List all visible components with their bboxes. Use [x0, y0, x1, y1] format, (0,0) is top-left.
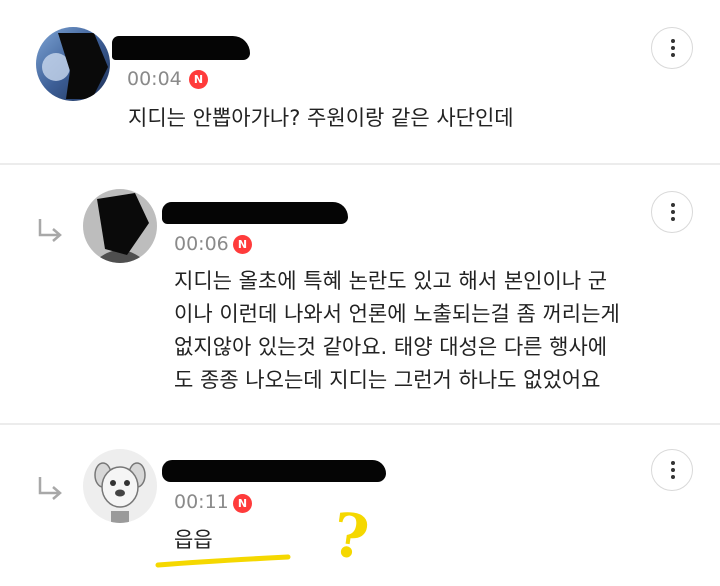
reply-arrow-icon — [38, 477, 62, 500]
comment-time: 00:11 — [174, 491, 229, 513]
comment-text: 지디는 안뽑아가나? 주원이랑 같은 사단인데 — [128, 106, 514, 130]
comment-1: 00:04 N 지디는 안뽑아가나? 주원이랑 같은 사단인데 — [0, 0, 720, 163]
more-vertical-icon — [670, 461, 675, 465]
comment-time: 00:06 — [174, 233, 229, 255]
reply-arrow-icon — [38, 219, 62, 242]
comment-text-line: 지디는 올초에 특혜 논란도 있고 해서 본인이나 군 — [174, 269, 608, 293]
comment-text-line: 없지않아 있는것 같아요. 태양 대성은 다른 행사에 — [174, 335, 608, 359]
comment-time: 00:04 — [127, 68, 182, 90]
avatar[interactable] — [36, 27, 110, 101]
handwritten-question-mark: ? — [328, 499, 373, 575]
comment-text-line: 이나 이런데 나와서 언론에 노출되는걸 좀 꺼리는게 — [174, 302, 620, 326]
more-vertical-icon — [670, 203, 675, 207]
more-options-button[interactable] — [651, 449, 693, 491]
more-vertical-icon — [670, 39, 675, 43]
avatar[interactable] — [83, 189, 157, 263]
new-badge: N — [189, 70, 208, 89]
more-options-button[interactable] — [651, 191, 693, 233]
comment-2: 00:06 N 지디는 올초에 특혜 논란도 있고 해서 본인이나 군 이나 이… — [0, 165, 720, 423]
avatar[interactable] — [83, 449, 157, 523]
redacted-username — [112, 36, 250, 60]
highlight-underline — [155, 554, 291, 568]
comment-text: 지디는 올초에 특혜 논란도 있고 해서 본인이나 군 이나 이런데 나와서 언… — [174, 265, 620, 397]
comment-text-line: 도 종종 나오는데 지디는 그런거 하나도 없었어요 — [174, 368, 601, 392]
comment-3: 00:11 N 읍읍 ? — [0, 425, 720, 586]
new-badge: N — [233, 494, 252, 513]
redacted-username — [162, 460, 386, 482]
more-options-button[interactable] — [651, 27, 693, 69]
redacted-username — [162, 202, 348, 224]
new-badge: N — [233, 235, 252, 254]
